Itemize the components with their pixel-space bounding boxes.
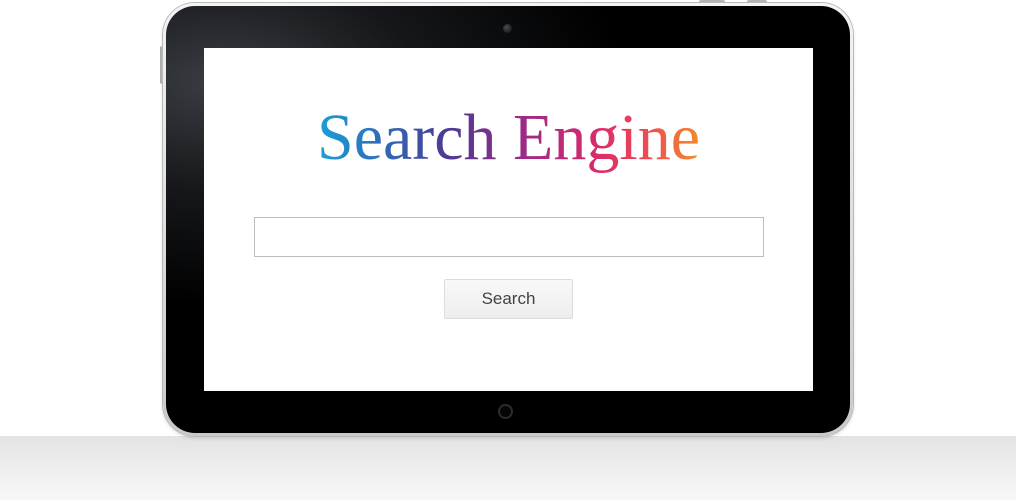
search-button[interactable]: Search [444,279,573,319]
camera-icon [503,24,512,33]
logo-text: Search Engine [316,101,700,174]
home-button-icon [498,404,513,419]
tablet-screen: Search Engine Search [204,48,813,391]
floor-surface [0,436,1016,500]
search-input[interactable] [254,217,764,257]
search-engine-logo: Search Engine [204,98,813,178]
